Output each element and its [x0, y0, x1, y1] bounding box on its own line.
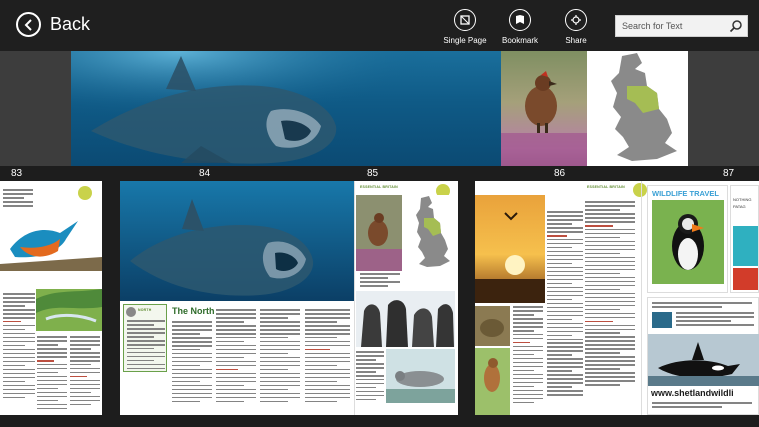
article-title: The North [172, 306, 215, 316]
ad-url: www.shetlandwildli [651, 388, 734, 398]
text-column [652, 402, 752, 410]
bookmark-label: Bookmark [501, 36, 538, 45]
sunset-photo [475, 195, 545, 303]
text-column [513, 306, 543, 406]
text-column [70, 336, 100, 408]
search-icon[interactable] [729, 19, 743, 33]
grouse-photo [501, 51, 587, 166]
spread-84-85-thumbnail[interactable]: NORTH The North ESSENTIAL BRITAIN [120, 181, 458, 415]
rock-formation-photo [356, 291, 455, 347]
basking-shark-photo [71, 51, 501, 166]
text-column [305, 309, 350, 405]
text-column [260, 309, 300, 405]
bookmark-icon [509, 9, 531, 31]
page-83-thumbnail[interactable] [0, 181, 102, 415]
region-tag: NORTH [138, 308, 152, 312]
text-column [37, 336, 67, 412]
grouse-photo [356, 195, 402, 271]
share-icon [565, 9, 587, 31]
kingfisher-photo [0, 209, 102, 271]
single-page-label: Single Page [443, 36, 487, 45]
text-column [356, 351, 384, 403]
share-label: Share [565, 36, 587, 45]
orca-photo [648, 334, 759, 386]
text-column [547, 211, 583, 398]
basking-shark-photo [120, 181, 354, 301]
text-column [585, 201, 635, 388]
toad-photo [475, 306, 510, 346]
page-number-87: 87 [723, 168, 735, 179]
ad-photo [733, 226, 758, 266]
section-tag: ESSENTIAL BRITAIN [360, 185, 398, 189]
seal-photo [386, 349, 455, 403]
kestrel-photo [475, 348, 510, 415]
spread-86-87-thumbnail[interactable]: ESSENTIAL BRITAIN WILDLIFE TRAVEL NOTHIN… [475, 181, 759, 415]
text-column [676, 312, 754, 328]
page-number-84: 84 [199, 168, 211, 179]
page-gutter [354, 181, 355, 415]
page-number-83: 83 [11, 168, 23, 179]
text-column [652, 302, 752, 310]
page-number-86: 86 [554, 168, 566, 179]
text-column [3, 293, 35, 401]
page-gutter [641, 181, 642, 415]
text-column [360, 273, 400, 289]
wildlife-travel-ad[interactable]: WILDLIFE TRAVEL [647, 185, 728, 293]
page-preview-strip[interactable] [0, 51, 759, 166]
search-input[interactable] [616, 16, 726, 36]
section-tag: ESSENTIAL BRITAIN [587, 185, 625, 189]
landscape-photo [36, 289, 102, 331]
patagonia-ad[interactable]: NOTHING PATAG [730, 185, 759, 293]
britain-map-image [403, 195, 455, 271]
page-number-85: 85 [367, 168, 379, 179]
ad-title: WILDLIFE TRAVEL [652, 189, 719, 198]
back-button[interactable]: Back [16, 12, 90, 37]
region-info-box: NORTH [123, 304, 167, 372]
magazine-reader-app: Back Single Page Bookmark Share Search f… [0, 0, 759, 427]
ad-side-text: NOTHING PATAG [733, 197, 752, 209]
author-avatar [126, 307, 136, 317]
back-label: Back [50, 14, 91, 34]
single-page-icon [454, 9, 476, 31]
shetland-wildlife-ad[interactable]: www.shetlandwildli [647, 297, 759, 415]
text-column [216, 309, 256, 405]
section-badge-icon [78, 186, 92, 200]
text-column [172, 321, 212, 405]
puffin-photo [652, 200, 724, 284]
ad-photo [733, 268, 758, 290]
section-badge-icon [633, 183, 647, 197]
britain-map-image [587, 51, 688, 166]
share-button[interactable]: Share [541, 9, 611, 45]
search-box [615, 15, 748, 37]
ad-logo [652, 312, 672, 328]
app-bar: Back Single Page Bookmark Share [0, 0, 759, 51]
back-arrow-icon [16, 12, 41, 37]
text-column [127, 320, 165, 372]
